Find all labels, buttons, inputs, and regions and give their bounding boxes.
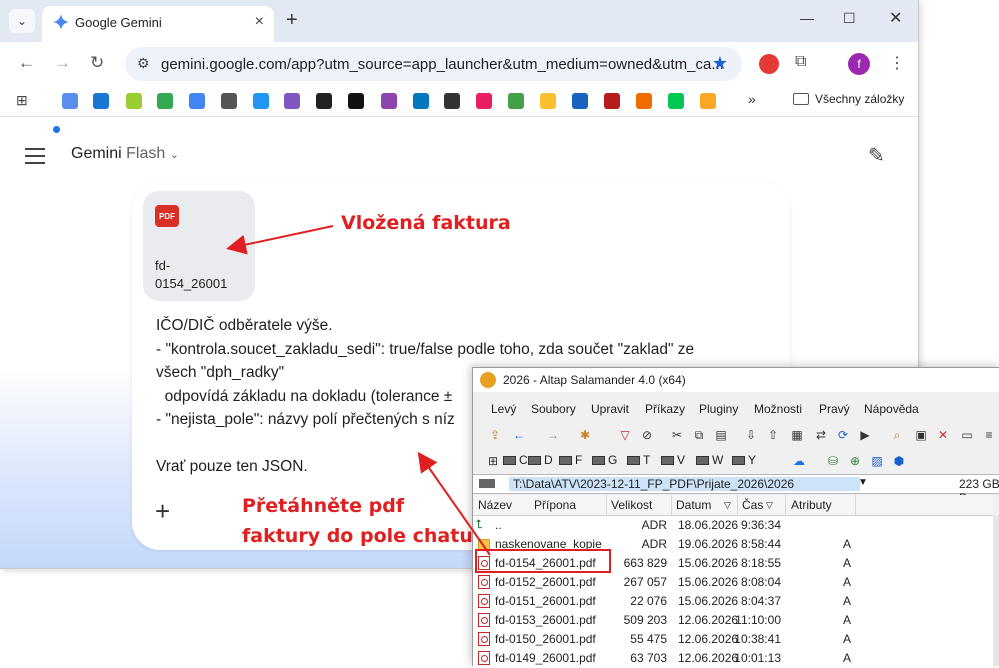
arrow-to-chat-field (417, 451, 491, 556)
annotation-arrows (226, 225, 491, 556)
arrow-to-file-chip (226, 225, 334, 255)
